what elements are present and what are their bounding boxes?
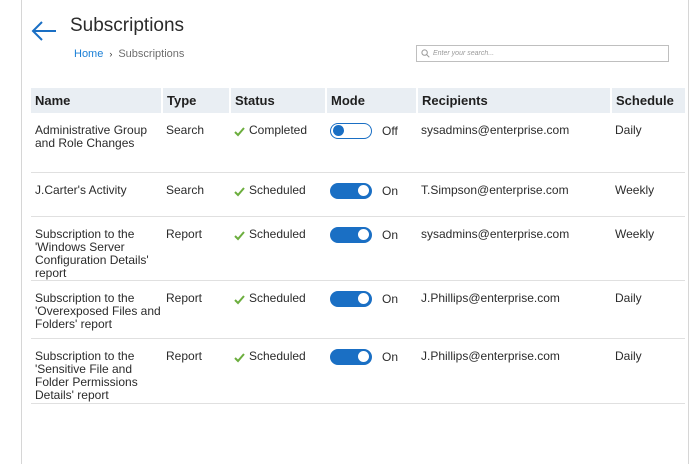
- toggle-knob: [358, 228, 369, 240]
- table-header-row: Name Type Status Mode Recipients Schedule: [31, 88, 685, 113]
- schedule: Daily: [611, 113, 685, 173]
- mode-toggle[interactable]: [330, 348, 372, 365]
- mode-cell: On: [326, 216, 417, 281]
- column-header-mode[interactable]: Mode: [325, 88, 417, 113]
- column-header-type[interactable]: Type: [161, 88, 230, 113]
- subscription-name: Subscription to the 'Overexposed Files a…: [31, 280, 162, 339]
- breadcrumb-current: Subscriptions: [118, 48, 185, 60]
- check-icon: [234, 186, 245, 196]
- recipients: J.Phillips@enterprise.com: [417, 280, 611, 339]
- mode-label: On: [382, 291, 399, 306]
- table-row[interactable]: Subscription to the 'Overexposed Files a…: [31, 280, 685, 339]
- schedule: Weekly: [611, 172, 685, 217]
- mode-toggle[interactable]: [330, 290, 372, 307]
- mode-toggle[interactable]: [330, 123, 372, 139]
- table-body: Administrative Group and Role Changes Sea…: [31, 113, 685, 404]
- status-cell: Scheduled: [230, 280, 326, 339]
- mode-cell: Off: [326, 113, 417, 173]
- status-cell: Scheduled: [230, 172, 326, 217]
- table-row[interactable]: Administrative Group and Role Changes Sea…: [31, 113, 685, 173]
- mode-toggle[interactable]: [330, 182, 372, 199]
- breadcrumb-home-link[interactable]: Home: [74, 48, 103, 60]
- mode-cell: On: [326, 338, 417, 404]
- status-cell: Scheduled: [230, 216, 326, 281]
- schedule: Weekly: [611, 216, 685, 281]
- table-row[interactable]: Subscription to the 'Sensitive File and …: [31, 338, 685, 404]
- status-text: Scheduled: [249, 226, 306, 241]
- subscription-type: Report: [162, 216, 230, 281]
- column-header-schedule[interactable]: Schedule: [610, 88, 685, 113]
- subscription-name: Subscription to the 'Sensitive File and …: [31, 338, 162, 404]
- mode-cell: On: [326, 172, 417, 217]
- status-cell: Scheduled: [230, 338, 326, 404]
- column-header-recipients[interactable]: Recipients: [416, 88, 611, 113]
- subscription-type: Search: [162, 172, 230, 217]
- subscription-type: Report: [162, 280, 230, 339]
- recipients: J.Phillips@enterprise.com: [417, 338, 611, 404]
- mode-toggle[interactable]: [330, 226, 372, 243]
- chevron-right-icon: ›: [109, 49, 113, 59]
- arrow-left-icon[interactable]: [31, 20, 57, 42]
- check-icon: [234, 294, 245, 304]
- subscriptions-table: Name Type Status Mode Recipients Schedule Adm…: [31, 88, 685, 404]
- mode-label: Off: [382, 124, 398, 138]
- toggle-knob: [358, 350, 369, 362]
- subscription-type: Report: [162, 338, 230, 404]
- search-input[interactable]: [430, 47, 668, 60]
- toggle-knob: [333, 125, 344, 136]
- breadcrumb: Home › Subscriptions: [74, 48, 184, 60]
- recipients: sysadmins@enterprise.com: [417, 113, 611, 173]
- mode-label: On: [382, 227, 399, 242]
- mode-label: On: [382, 349, 399, 364]
- status-text: Completed: [249, 123, 308, 137]
- check-icon: [234, 352, 245, 362]
- page-title: Subscriptions: [70, 15, 185, 36]
- schedule: Daily: [611, 338, 685, 404]
- status-text: Scheduled: [249, 348, 306, 363]
- subscription-name: Administrative Group and Role Changes: [31, 113, 162, 173]
- status-text: Scheduled: [249, 290, 306, 305]
- mode-cell: On: [326, 280, 417, 339]
- status-text: Scheduled: [249, 182, 306, 197]
- check-icon: [234, 127, 245, 137]
- table-row[interactable]: J.Carter's Activity Search Scheduled On T.Si…: [31, 172, 685, 217]
- subscription-name: J.Carter's Activity: [31, 172, 162, 217]
- column-header-name[interactable]: Name: [31, 88, 162, 113]
- toggle-knob: [358, 184, 369, 196]
- search-icon: [421, 49, 430, 58]
- mode-label: On: [382, 183, 399, 198]
- subscription-name: Subscription to the 'Windows Server Conf…: [31, 216, 162, 281]
- table-row[interactable]: Subscription to the 'Windows Server Conf…: [31, 216, 685, 281]
- status-cell: Completed: [230, 113, 326, 173]
- check-icon: [234, 230, 245, 240]
- recipients: T.Simpson@enterprise.com: [417, 172, 611, 217]
- schedule: Daily: [611, 280, 685, 339]
- subscription-type: Search: [162, 113, 230, 173]
- toggle-knob: [358, 292, 369, 304]
- search-box[interactable]: [416, 45, 669, 62]
- recipients: sysadmins@enterprise.com: [417, 216, 611, 281]
- column-header-status[interactable]: Status: [229, 88, 326, 113]
